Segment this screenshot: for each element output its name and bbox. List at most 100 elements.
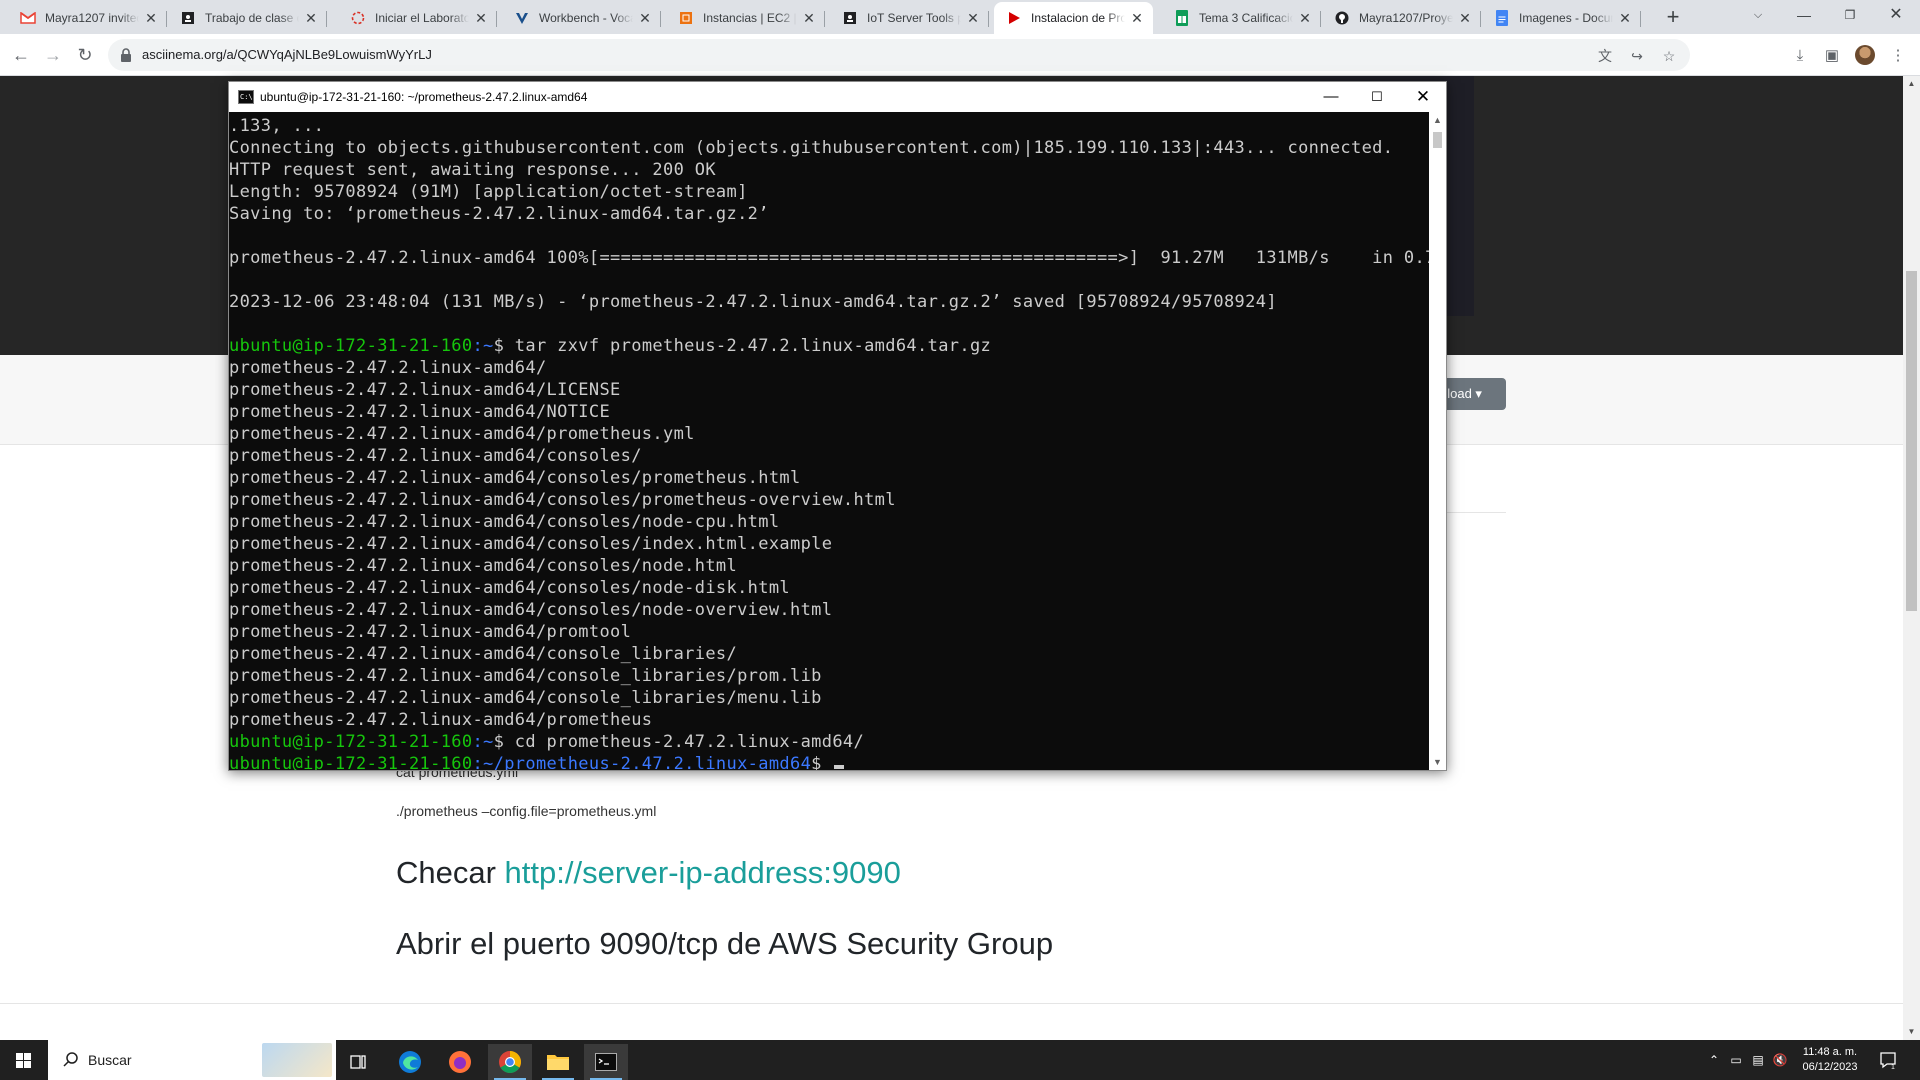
step-run-text: ./prometheus –config.file=prometheus.yml [396, 803, 657, 819]
terminal-window[interactable]: C:\ ubuntu@ip-172-31-21-160: ~/prometheu… [228, 81, 1447, 771]
file-explorer-icon[interactable] [536, 1044, 580, 1080]
scroll-down-icon[interactable]: ▼ [1903, 1024, 1920, 1040]
system-clock[interactable]: 11:48 a. m. 06/12/2023 [1792, 1045, 1868, 1075]
forward-icon[interactable]: → [40, 42, 66, 68]
terminal-close-button[interactable]: ✕ [1400, 82, 1446, 112]
tab-title[interactable]: Instancias | EC2 | u [703, 11, 797, 25]
terminal-line: prometheus-2.47.2.linux-amd64/console_li… [229, 644, 738, 664]
share-icon[interactable]: ↪ [1628, 47, 1646, 65]
minimize-button[interactable]: — [1781, 0, 1827, 32]
clock-date[interactable]: 06/12/2023 [1792, 1060, 1868, 1075]
server-link[interactable]: http://server-ip-address:9090 [505, 855, 901, 890]
menu-kebab-icon[interactable]: ⋮ [1888, 46, 1908, 66]
tab-close-icon[interactable]: ✕ [473, 10, 489, 26]
tab-separator [326, 11, 327, 27]
edge-icon[interactable] [388, 1044, 432, 1080]
tab-title[interactable]: Imagenes - Docum [1519, 11, 1613, 25]
check-heading: Checar http://server-ip-address:9090 [396, 855, 901, 891]
terminal-prompt-line: ubuntu@ip-172-31-21-160:~$ cd prometheus… [229, 731, 1429, 753]
terminal-line: prometheus-2.47.2.linux-amd64/consoles/p… [229, 468, 801, 488]
command-prompt-icon[interactable] [584, 1044, 628, 1080]
network-icon[interactable]: ▤ [1750, 1052, 1766, 1068]
lock-icon[interactable] [118, 47, 134, 63]
chrome-icon[interactable] [488, 1044, 532, 1080]
search-placeholder[interactable]: Buscar [88, 1052, 132, 1068]
tab-separator [166, 11, 167, 27]
terminal-scrollbar[interactable]: ▲ ▼ [1429, 112, 1446, 770]
classroom-icon [180, 10, 196, 26]
tab-close-icon[interactable]: ✕ [801, 10, 817, 26]
tab-close-icon[interactable]: ✕ [143, 10, 159, 26]
new-tab-button[interactable]: + [1660, 5, 1686, 31]
tab-close-icon[interactable]: ✕ [1129, 10, 1145, 26]
tab-close-icon[interactable]: ✕ [303, 10, 319, 26]
url-text[interactable]: asciinema.org/a/QCWYqAjNLBe9LowuismWyYrL… [142, 47, 432, 62]
tab-separator [1320, 11, 1321, 27]
terminal-line: prometheus-2.47.2.linux-amd64/LICENSE [229, 380, 621, 400]
tab-close-icon[interactable]: ✕ [1617, 10, 1633, 26]
tab-title[interactable]: Iniciar el Laborator [375, 11, 469, 25]
scroll-up-icon[interactable]: ▲ [1903, 76, 1920, 92]
tray-chevron-up-icon[interactable]: ⌃ [1706, 1052, 1722, 1068]
browser-tab[interactable]: IoT Server Tools pa ✕ [830, 2, 989, 34]
tab-close-icon[interactable]: ✕ [1297, 10, 1313, 26]
tab-separator [988, 11, 989, 27]
tab-title[interactable]: Workbench - Voca [539, 11, 633, 25]
browser-tab[interactable]: Mayra1207/Proyec ✕ [1322, 2, 1481, 34]
task-view-icon[interactable] [336, 1044, 380, 1080]
back-icon[interactable]: ← [8, 42, 34, 68]
terminal-scroll-thumb[interactable] [1433, 132, 1442, 148]
restore-button[interactable]: ❐ [1827, 0, 1873, 32]
browser-tab[interactable]: Iniciar el Laborator ✕ [338, 2, 497, 34]
terminal-line: HTTP request sent, awaiting response... … [229, 160, 716, 180]
notifications-icon[interactable]: 1 [1878, 1050, 1898, 1070]
side-panel-icon[interactable]: ▣ [1822, 46, 1842, 66]
bookmark-star-icon[interactable]: ☆ [1660, 47, 1678, 65]
terminal-titlebar[interactable]: C:\ ubuntu@ip-172-31-21-160: ~/prometheu… [229, 82, 1446, 112]
address-bar[interactable]: asciinema.org/a/QCWYqAjNLBe9LowuismWyYrL… [108, 39, 1690, 71]
tray-device-icon[interactable]: ▭ [1728, 1052, 1744, 1068]
firefox-icon[interactable] [438, 1044, 482, 1080]
terminal-line: .133, ... [229, 116, 325, 136]
tab-title[interactable]: Trabajo de clase de [205, 11, 299, 25]
browser-tab[interactable]: Instancias | EC2 | u ✕ [666, 2, 825, 34]
tab-title[interactable]: Instalacion de Pro [1031, 11, 1125, 25]
clock-time[interactable]: 11:48 a. m. [1792, 1045, 1868, 1060]
browser-tab[interactable]: Mayra1207 invited ✕ [8, 2, 167, 34]
loading-icon [350, 10, 366, 26]
terminal-minimize-button[interactable]: — [1308, 82, 1354, 112]
profile-avatar[interactable] [1855, 45, 1875, 65]
volume-muted-icon[interactable]: 🔇 [1772, 1052, 1788, 1068]
close-window-button[interactable]: ✕ [1873, 0, 1919, 32]
browser-tab[interactable]: Tema 3 Calificacion ✕ [1162, 2, 1321, 34]
browser-tab[interactable]: Imagenes - Docum ✕ [1482, 2, 1641, 34]
tab-title[interactable]: IoT Server Tools pa [867, 11, 961, 25]
tab-close-icon[interactable]: ✕ [965, 10, 981, 26]
browser-tab[interactable]: Trabajo de clase de ✕ [168, 2, 327, 34]
tab-close-icon[interactable]: ✕ [637, 10, 653, 26]
tab-close-icon[interactable]: ✕ [1457, 10, 1473, 26]
tab-search-icon[interactable]: ⌵ [1735, 0, 1781, 32]
translate-icon[interactable]: 文 [1596, 47, 1614, 65]
terminal-line: 2023-12-06 23:48:04 (131 MB/s) - ‘promet… [229, 292, 1277, 312]
tab-title[interactable]: Mayra1207/Proyec [1359, 11, 1453, 25]
terminal-scroll-up-icon[interactable]: ▲ [1429, 112, 1446, 128]
start-button[interactable] [0, 1040, 48, 1080]
search-icon [63, 1052, 78, 1067]
terminal-line: prometheus-2.47.2.linux-amd64/prometheus… [229, 424, 695, 444]
tab-title[interactable]: Tema 3 Calificacion [1199, 11, 1293, 25]
terminal-output[interactable]: .133, ... Connecting to objects.githubuse… [229, 112, 1429, 770]
taskbar-search-box[interactable]: Buscar [48, 1040, 336, 1080]
page-scrollbar[interactable]: ▲ ▼ [1903, 76, 1920, 1040]
tab-title[interactable]: Mayra1207 invited [45, 11, 139, 25]
page-scroll-thumb[interactable] [1906, 271, 1917, 611]
reload-icon[interactable]: ↻ [72, 42, 98, 68]
terminal-line: prometheus-2.47.2.linux-amd64/consoles/p… [229, 490, 896, 510]
browser-tab[interactable]: Instalacion de Pro ✕ [994, 2, 1153, 34]
browser-tab[interactable]: Workbench - Voca ✕ [502, 2, 661, 34]
sheets-icon [1174, 10, 1190, 26]
terminal-scroll-down-icon[interactable]: ▼ [1429, 754, 1446, 770]
terminal-maximize-button[interactable]: ☐ [1354, 82, 1400, 112]
download-icon[interactable]: ⤓ [1790, 46, 1810, 66]
